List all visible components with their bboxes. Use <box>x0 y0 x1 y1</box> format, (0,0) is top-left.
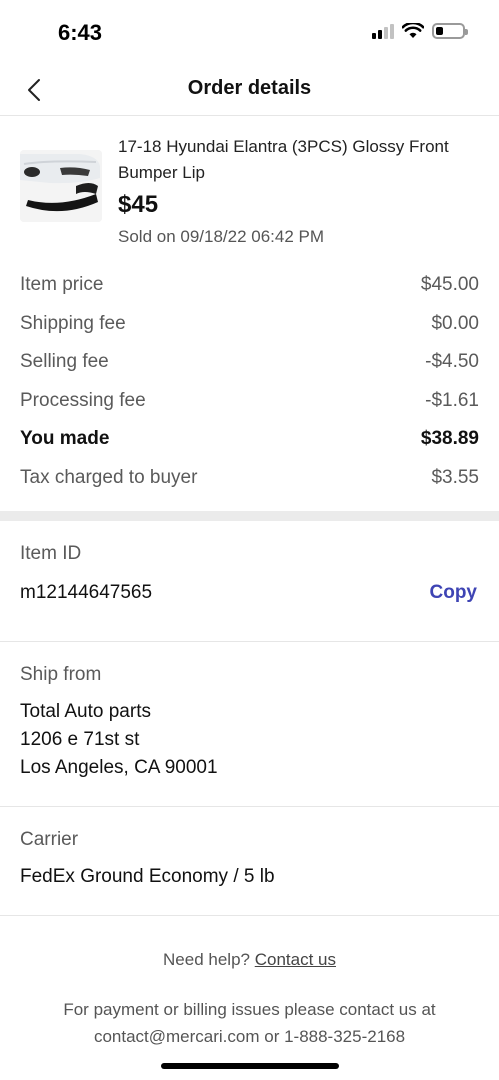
fee-row-processing-fee: Processing fee -$1.61 <box>20 382 479 421</box>
item-id-row: m12144647565 Copy <box>20 579 479 607</box>
section-divider <box>0 511 499 521</box>
fee-value: $45.00 <box>420 274 479 296</box>
status-time: 6:43 <box>58 20 103 45</box>
ship-from-name: Total Auto parts <box>20 701 151 722</box>
fee-label: Selling fee <box>20 351 109 373</box>
fee-label: Shipping fee <box>20 312 126 334</box>
fee-label: Tax charged to buyer <box>20 466 198 488</box>
sold-date: Sold on 09/18/22 06:42 PM <box>118 227 325 246</box>
item-info: 17-18 Hyundai Elantra (3PCS) Glossy Fron… <box>118 134 458 266</box>
carrier-value: FedEx Ground Economy / 5 lb <box>20 866 275 887</box>
carrier-label: Carrier <box>20 829 79 850</box>
fee-value: $3.55 <box>431 466 479 488</box>
fee-row-you-made: You made $38.89 <box>20 420 479 459</box>
fee-row-tax: Tax charged to buyer $3.55 <box>20 459 479 498</box>
fee-value: -$4.50 <box>425 351 479 373</box>
ship-from-section: Ship from Total Auto parts 1206 e 71st s… <box>0 642 499 807</box>
ship-from-city: Los Angeles, CA 90001 <box>20 757 218 778</box>
item-title: 17-18 Hyundai Elantra (3PCS) Glossy Fron… <box>118 137 449 182</box>
fee-label: Item price <box>20 274 104 296</box>
help-prompt: Need help? <box>163 950 250 969</box>
carrier-section: Carrier FedEx Ground Economy / 5 lb <box>0 807 499 916</box>
battery-icon <box>432 23 468 39</box>
fee-row-item-price: Item price $45.00 <box>20 266 479 305</box>
copy-button[interactable]: Copy <box>430 582 478 604</box>
fee-value: -$1.61 <box>425 389 479 411</box>
item-summary[interactable]: 17-18 Hyundai Elantra (3PCS) Glossy Fron… <box>0 116 499 266</box>
home-indicator[interactable] <box>161 1063 339 1069</box>
nav-bar: Order details <box>0 64 499 116</box>
contact-us-link[interactable]: Contact us <box>255 950 336 969</box>
status-icons <box>372 23 468 39</box>
ship-from-label: Ship from <box>20 664 102 685</box>
item-id-value: m12144647565 <box>20 582 153 603</box>
fee-label: Processing fee <box>20 389 146 411</box>
fee-value: $0.00 <box>431 312 479 334</box>
status-bar: 6:43 <box>0 0 499 64</box>
fee-row-selling-fee: Selling fee -$4.50 <box>20 343 479 382</box>
fee-row-shipping-fee: Shipping fee $0.00 <box>20 305 479 344</box>
page-title: Order details <box>187 77 312 99</box>
item-price: $45 <box>118 191 159 218</box>
item-thumbnail[interactable] <box>20 150 102 222</box>
billing-note-line2: contact@mercari.com or 1-888-325-2168 <box>93 1027 406 1046</box>
item-id-section: Item ID m12144647565 Copy <box>0 521 499 642</box>
fee-breakdown: Item price $45.00 Shipping fee $0.00 Sel… <box>0 266 499 497</box>
bumper-lip-image <box>20 150 102 222</box>
ship-from-street: 1206 e 71st st <box>20 729 140 750</box>
cellular-signal-icon <box>372 23 394 39</box>
fee-value: $38.89 <box>420 428 479 450</box>
billing-note-line1: For payment or billing issues please con… <box>63 1000 436 1019</box>
wifi-icon <box>402 23 424 38</box>
billing-contact-note: For payment or billing issues please con… <box>0 996 499 1050</box>
help-row: Need help? Contact us <box>0 950 499 970</box>
fee-label: You made <box>20 428 110 450</box>
item-id-label: Item ID <box>20 543 82 564</box>
